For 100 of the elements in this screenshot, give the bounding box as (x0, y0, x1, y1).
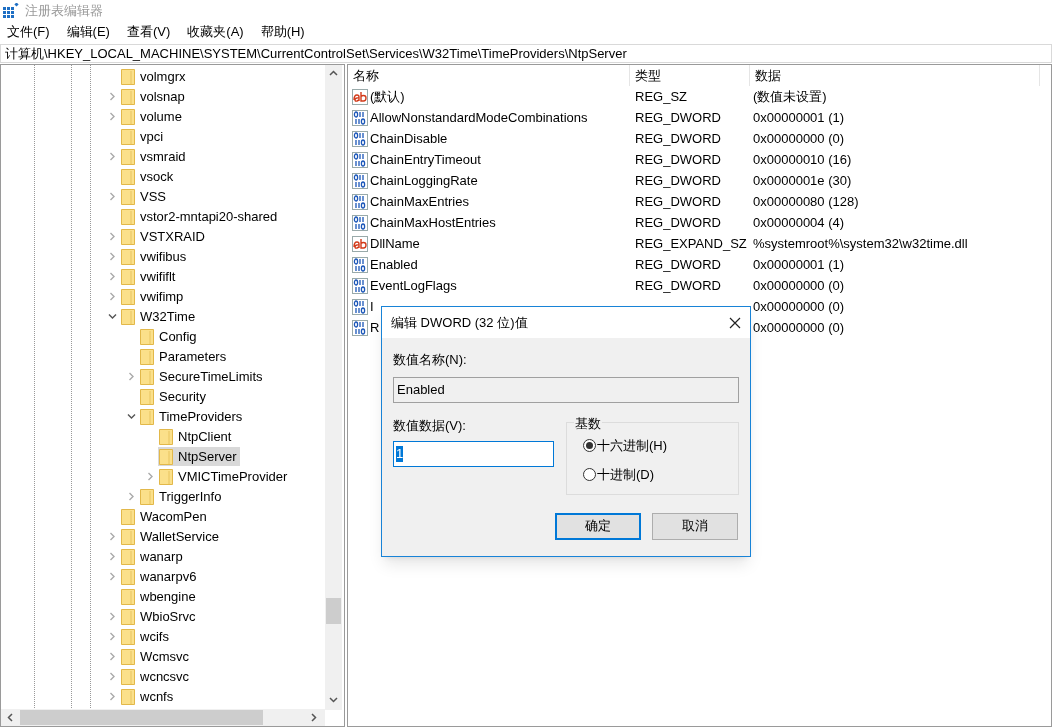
menu-item[interactable]: 帮助(H) (260, 22, 305, 42)
close-icon[interactable] (729, 316, 741, 329)
tree-item[interactable]: wcifs (120, 627, 172, 646)
tree-item[interactable]: volmgrx (120, 67, 189, 86)
tree-item[interactable]: Security (139, 387, 209, 406)
value-name[interactable]: ChainMaxHostEntries (370, 212, 496, 233)
expand-chevron-icon[interactable] (108, 532, 117, 541)
expand-chevron-icon[interactable] (108, 232, 117, 241)
ok-button[interactable]: 确定 (555, 512, 641, 540)
tree-item[interactable]: vpci (120, 127, 167, 146)
value-name[interactable]: ChainEntryTimeout (370, 149, 481, 170)
radio-button[interactable] (583, 438, 596, 452)
radio-button[interactable] (583, 468, 596, 482)
scrollbar-thumb[interactable] (20, 710, 263, 725)
expand-chevron-icon[interactable] (108, 152, 117, 161)
horizontal-scrollbar[interactable] (1, 709, 325, 726)
folder-icon (140, 408, 154, 425)
tree-item[interactable]: VSS (120, 187, 169, 206)
menu-item[interactable]: 文件(F) (7, 22, 50, 42)
tree-item[interactable]: volume (120, 107, 185, 126)
tree-item[interactable]: volsnap (120, 87, 188, 106)
folder-icon (121, 548, 135, 565)
value-data-field[interactable]: 1 (393, 441, 554, 467)
tree-item[interactable]: vstor2-mntapi20-shared (120, 207, 281, 226)
column-header[interactable]: 类型 (630, 65, 750, 86)
value-type: REG_DWORD (635, 277, 721, 293)
tree-item[interactable]: vwififlt (120, 267, 179, 286)
value-name[interactable]: I (370, 296, 374, 317)
tree-item[interactable]: W32Time (120, 307, 199, 326)
tree-item[interactable]: VSTXRAID (120, 227, 208, 246)
expand-chevron-icon[interactable] (108, 112, 117, 121)
cancel-button[interactable]: 取消 (652, 512, 738, 540)
tree-item[interactable]: wanarpv6 (120, 567, 200, 586)
folder-icon (121, 68, 135, 85)
tree-item[interactable]: wbengine (120, 587, 199, 606)
folder-icon (121, 148, 135, 165)
tree-item[interactable]: Parameters (139, 347, 230, 366)
expand-chevron-icon[interactable] (108, 672, 117, 681)
menu-item[interactable]: 收藏夹(A) (187, 22, 244, 42)
column-header[interactable]: 名称 (348, 65, 630, 86)
scroll-left-icon[interactable] (7, 713, 13, 722)
tree-item[interactable]: TimeProviders (139, 407, 246, 426)
value-data: 0x00000000 (0) (753, 319, 845, 335)
tree-item[interactable]: Wcmsvc (120, 647, 193, 666)
tree-item[interactable]: WalletService (120, 527, 222, 546)
folder-icon (121, 668, 135, 685)
binary-value-icon (352, 193, 368, 210)
tree-item[interactable]: NtpServer (158, 447, 240, 466)
radio-option[interactable]: 十进制(D) (583, 465, 738, 485)
tree-item[interactable]: WbioSrvc (120, 607, 199, 626)
expand-chevron-icon[interactable] (108, 612, 117, 621)
tree-item[interactable]: Config (139, 327, 200, 346)
value-name[interactable]: ChainDisable (370, 128, 448, 149)
tree-item[interactable]: vsock (120, 167, 177, 186)
expand-chevron-icon[interactable] (127, 372, 136, 381)
expand-chevron-icon[interactable] (108, 572, 117, 581)
tree-item[interactable]: TriggerInfo (139, 487, 225, 506)
tree-item[interactable]: vsmraid (120, 147, 189, 166)
tree-item[interactable]: SecureTimeLimits (139, 367, 266, 386)
tree-item[interactable]: wcnfs (120, 687, 177, 706)
expand-chevron-icon[interactable] (108, 92, 117, 101)
radio-option[interactable]: 十六进制(H) (583, 435, 738, 455)
tree-item[interactable]: vwifibus (120, 247, 190, 266)
scroll-up-icon[interactable] (329, 70, 338, 76)
expand-chevron-icon[interactable] (108, 192, 117, 201)
menu-item[interactable]: 查看(V) (126, 22, 171, 42)
tree-item[interactable]: NtpClient (158, 427, 235, 446)
tree-item[interactable]: WacomPen (120, 507, 210, 526)
scroll-right-icon[interactable] (311, 713, 317, 722)
tree-item[interactable]: wcncsvc (120, 667, 193, 686)
tree-item[interactable]: vwifimp (120, 287, 187, 306)
value-name[interactable]: EventLogFlags (370, 275, 457, 296)
address-bar[interactable]: 计算机\HKEY_LOCAL_MACHINE\SYSTEM\CurrentControlSet\Services\W32Time\TimeProviders\NtpServer (0, 44, 1052, 63)
expand-chevron-icon[interactable] (127, 492, 136, 501)
column-header[interactable]: 数据 (750, 65, 1040, 86)
value-name[interactable]: AllowNonstandardModeCombinations (370, 107, 588, 128)
tree-item[interactable]: wanarp (120, 547, 186, 566)
menu-item[interactable]: 编辑(E) (66, 22, 110, 42)
expand-chevron-icon[interactable] (108, 252, 117, 261)
expand-chevron-icon[interactable] (108, 272, 117, 281)
value-name[interactable]: DllName (370, 233, 420, 254)
value-name[interactable]: ChainMaxEntries (370, 191, 469, 212)
expand-chevron-icon[interactable] (108, 292, 117, 301)
tree-item[interactable]: VMICTimeProvider (158, 467, 291, 486)
collapse-chevron-icon[interactable] (108, 312, 117, 321)
expand-chevron-icon[interactable] (108, 632, 117, 641)
value-name[interactable]: (默认) (370, 86, 405, 107)
expand-chevron-icon[interactable] (108, 652, 117, 661)
collapse-chevron-icon[interactable] (127, 412, 136, 421)
value-name[interactable]: ChainLoggingRate (370, 170, 478, 191)
folder-icon (140, 348, 154, 365)
value-name[interactable]: Enabled (370, 254, 418, 275)
expand-chevron-icon[interactable] (108, 692, 117, 701)
scroll-down-icon[interactable] (329, 697, 338, 703)
scrollbar-thumb[interactable] (326, 598, 341, 624)
vertical-scrollbar[interactable] (325, 65, 342, 710)
folder-icon (121, 268, 135, 285)
expand-chevron-icon[interactable] (146, 472, 155, 481)
expand-chevron-icon[interactable] (108, 552, 117, 561)
value-name[interactable]: R (370, 317, 380, 338)
